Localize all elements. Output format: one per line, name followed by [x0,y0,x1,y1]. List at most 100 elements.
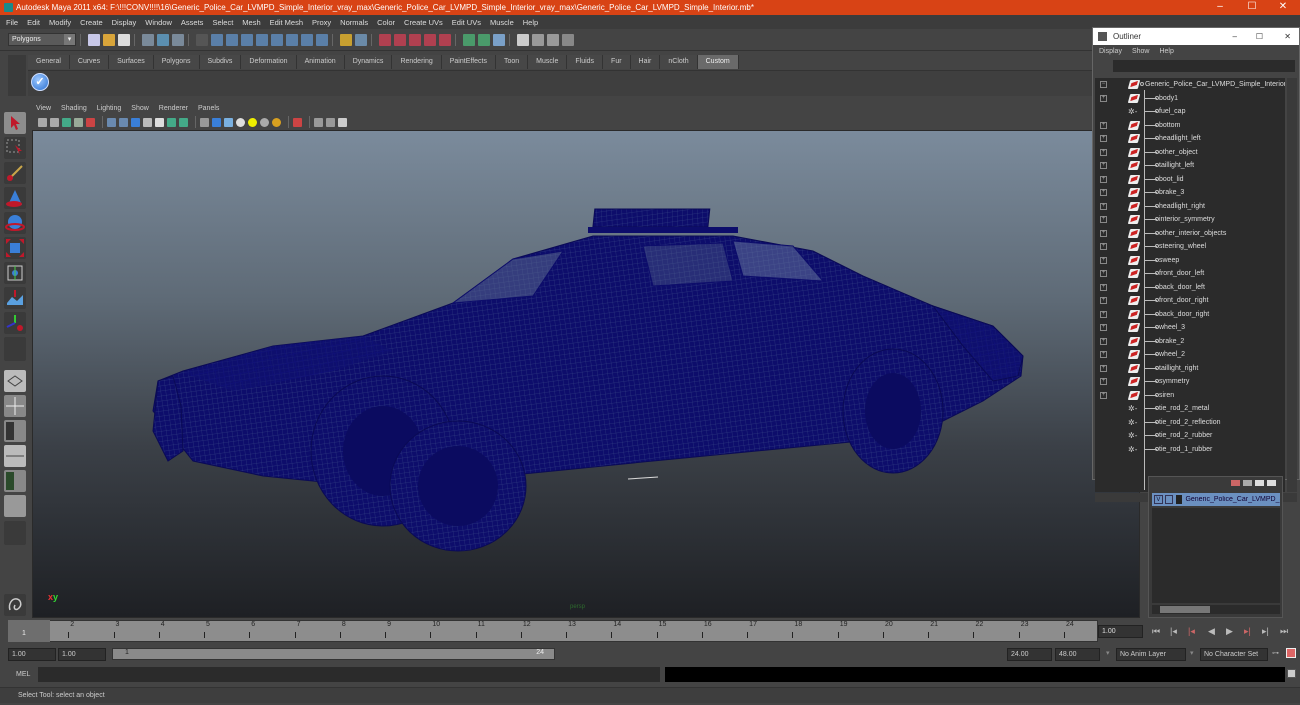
render-view-icon[interactable] [517,33,529,46]
auto-key-icon[interactable]: ⊶ [1272,649,1279,657]
soft-modification-icon[interactable] [4,287,26,309]
outliner-menu-help[interactable]: Help [1159,48,1173,55]
render-settings-icon[interactable] [562,33,574,46]
persp-graph-hypergraph-layout-icon[interactable] [4,495,26,517]
shelf-tab-rendering[interactable]: Rendering [392,55,442,69]
play-backwards-button[interactable]: ◀ [1208,626,1215,637]
shelf-tab-custom[interactable]: Custom [697,55,739,69]
outliner-item[interactable]: + headlight_right [1095,200,1285,214]
expand-icon[interactable]: + [1100,270,1107,277]
default-light-icon[interactable] [248,117,257,127]
all-lights-icon[interactable] [260,117,269,127]
menu-assets[interactable]: Assets [181,18,204,27]
outliner-item[interactable]: ✲- tie_rod_2_rubber [1095,429,1285,443]
outliner-item[interactable]: + boot_lid [1095,173,1285,187]
new-layer-icon[interactable] [1255,480,1264,486]
expand-icon[interactable]: + [1100,135,1107,142]
shelf-tab-painteffects[interactable]: PaintEffects [441,55,496,69]
outliner-item[interactable]: + back_door_left [1095,281,1285,295]
select-hierarchy-icon[interactable] [142,33,154,46]
outliner-maximize-button[interactable]: ☐ [1256,28,1263,45]
rotate-tool-icon[interactable] [4,212,26,234]
minimize-button[interactable]: – [1205,0,1235,15]
expand-icon[interactable]: + [1100,229,1107,237]
mask-toggle-icon[interactable] [196,33,208,46]
new-scene-icon[interactable] [88,33,100,46]
outliner-item[interactable]: + other_object [1095,146,1285,160]
outliner-item[interactable]: + back_door_right [1095,308,1285,322]
select-joints-icon[interactable] [226,33,238,46]
outliner-item[interactable]: + other_interior_objects [1095,227,1285,241]
expand-icon[interactable]: + [1100,378,1107,385]
outliner-item[interactable]: ✲- tie_rod_2_reflection [1095,416,1285,430]
outliner-close-button[interactable]: ✕ [1284,28,1291,45]
collapse-icon[interactable]: − [1100,81,1107,88]
expand-icon[interactable]: + [1100,256,1107,264]
menu-display[interactable]: Display [112,18,137,27]
textured-icon[interactable] [143,117,152,127]
outliner-menu-display[interactable]: Display [1099,48,1122,55]
menu-file[interactable]: File [6,18,18,27]
menu-color[interactable]: Color [377,18,395,27]
menu-edit-uvs[interactable]: Edit UVs [452,18,481,27]
outliner-item[interactable]: + siren [1095,389,1285,403]
step-back-key-button[interactable]: |◂ [1170,626,1177,637]
shadows-icon[interactable] [167,117,176,127]
expand-icon[interactable]: + [1100,283,1107,291]
layer-row[interactable]: V Generic_Police_Car_LVMPD_Simple_Interi… [1152,493,1280,506]
share-icon[interactable] [338,117,347,127]
current-frame-marker[interactable]: 1 [8,620,50,642]
outliner-vertical-scrollbar[interactable] [1287,78,1297,492]
shelf-tab-fluids[interactable]: Fluids [567,55,604,69]
layer-display-type-toggle[interactable] [1164,495,1174,504]
anim-layer-selector[interactable]: No Anim Layer [1116,648,1186,661]
viewport-menu-view[interactable]: View [36,103,51,114]
menu-proxy[interactable]: Proxy [312,18,331,27]
range-slider[interactable]: 1 24 [112,648,555,660]
film-gate-icon[interactable] [314,117,323,127]
outliner-menu-show[interactable]: Show [1132,48,1150,55]
menu-set-selector[interactable]: Polygons ▾ [8,33,76,46]
viewport-menu-shading[interactable]: Shading [61,103,87,114]
single-perspective-layout-icon[interactable] [4,370,26,392]
text-icon[interactable] [179,117,188,127]
outliner-item[interactable]: + symmetry [1095,375,1285,389]
menu-muscle[interactable]: Muscle [490,18,514,27]
lock-selection-icon[interactable] [340,33,352,46]
expand-icon[interactable]: + [1100,121,1107,129]
smooth-shade-icon[interactable] [119,117,128,127]
shelf-tab-general[interactable]: General [28,55,70,69]
layer-options-icon[interactable] [1243,480,1252,486]
shelf-tab-dynamics[interactable]: Dynamics [344,55,393,69]
expand-icon[interactable]: + [1100,216,1107,223]
output-ops-icon[interactable] [478,33,490,46]
menu-create-uvs[interactable]: Create UVs [404,18,443,27]
shelf-tab-animation[interactable]: Animation [296,55,345,69]
outliner-filter-field[interactable] [1113,60,1295,72]
construction-history-icon[interactable] [493,33,505,46]
show-manipulator-icon[interactable] [4,312,26,334]
step-forward-frame-button[interactable]: ▸| [1244,626,1251,637]
outliner-item[interactable]: + steering_wheel [1095,240,1285,254]
shelf-tab-subdivs[interactable]: Subdivs [199,55,242,69]
menu-select[interactable]: Select [212,18,233,27]
layer-horizontal-scrollbar[interactable] [1152,605,1280,614]
save-scene-icon[interactable] [118,33,130,46]
shelf-tab-polygons[interactable]: Polygons [153,55,200,69]
snap-view-plane-icon[interactable] [424,33,436,46]
image-plane-icon[interactable] [74,117,83,127]
menu-edit-mesh[interactable]: Edit Mesh [270,18,303,27]
outliner-item[interactable]: + front_door_left [1095,267,1285,281]
expand-icon[interactable]: + [1100,324,1107,331]
lasso-tool-icon[interactable] [4,137,26,159]
last-used-tool-slot[interactable] [4,337,26,361]
shelf-tab-ncloth[interactable]: nCloth [660,55,698,69]
shelf-tab-deformation[interactable]: Deformation [241,55,297,69]
select-handles-icon[interactable] [211,33,223,46]
expand-icon[interactable]: + [1100,162,1107,169]
outliner-item[interactable]: + sweep [1095,254,1285,268]
make-live-icon[interactable] [439,33,451,46]
menu-window[interactable]: Window [145,18,172,27]
viewport-menu-lighting[interactable]: Lighting [97,103,122,114]
four-view-layout-icon[interactable] [4,395,26,417]
